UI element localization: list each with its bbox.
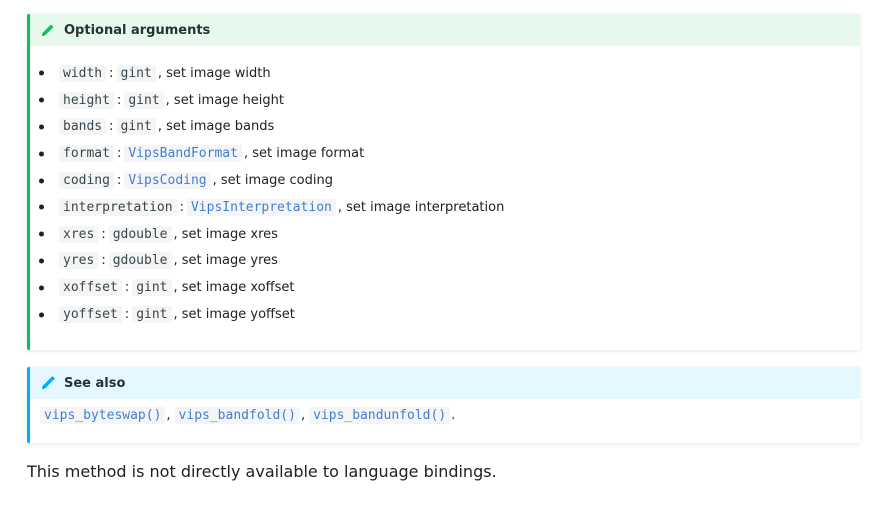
list-item: yres: gdouble, set image yres <box>30 248 860 275</box>
arg-desc: , set image xoffset <box>173 280 295 296</box>
arg-name: yres <box>59 252 99 270</box>
arg-name: xoffset <box>59 279 122 297</box>
arg-desc: , set image format <box>243 146 365 162</box>
arg-name: xres <box>59 225 99 243</box>
arg-desc: , set image interpretation <box>337 199 505 215</box>
arg-name: format <box>59 145 114 163</box>
arg-type-link[interactable]: VipsInterpretation <box>186 198 336 216</box>
arg-desc: , set image width <box>157 65 271 81</box>
bullet <box>39 258 44 264</box>
list-item: xoffset: gint, set image xoffset <box>30 274 860 301</box>
link-vips-byteswap[interactable]: vips_byteswap() <box>40 407 166 424</box>
arg-type: gint <box>116 64 156 82</box>
list-item: format: VipsBandFormat, set image format <box>30 140 860 167</box>
bullet <box>39 312 44 318</box>
optional-arguments-title: Optional arguments <box>64 22 211 38</box>
arg-name: coding <box>59 172 114 190</box>
pencil-icon <box>40 22 56 38</box>
bullet <box>39 178 44 184</box>
pencil-icon <box>40 375 56 391</box>
arg-desc: , set image yres <box>173 253 278 269</box>
arg-type: gdouble <box>108 252 172 270</box>
list-item: xres: gdouble, set image xres <box>30 221 860 248</box>
arg-desc: , set image xres <box>173 226 278 242</box>
list-item: yoffset: gint, set image yoffset <box>30 301 860 328</box>
see-also-header: See also <box>30 367 860 399</box>
arg-desc: , set image coding <box>212 173 333 189</box>
arg-type-link[interactable]: VipsBandFormat <box>124 145 242 163</box>
arg-name: yoffset <box>59 306 122 324</box>
optional-arguments-panel: Optional arguments width: gint, set image… <box>27 14 860 350</box>
argument-list: width: gint, set image width height: gint,… <box>30 60 860 328</box>
arg-name: bands <box>59 118 107 136</box>
list-item: coding: VipsCoding, set image coding <box>30 167 860 194</box>
bullet <box>39 151 44 157</box>
link-vips-bandfold[interactable]: vips_bandfold() <box>174 407 300 424</box>
arg-type-link[interactable]: VipsCoding <box>124 172 211 190</box>
see-also-links: vips_byteswap(), vips_bandfold(), vips_b… <box>40 407 459 424</box>
arg-type: gint <box>132 306 172 324</box>
bullet <box>39 124 44 130</box>
bindings-note: This method is not directly available to… <box>27 462 497 481</box>
link-vips-bandunfold[interactable]: vips_bandunfold() <box>309 407 451 424</box>
arg-name: interpretation <box>59 198 177 216</box>
list-item: interpretation: VipsInterpretation, set i… <box>30 194 860 221</box>
bullet <box>39 70 44 76</box>
bullet <box>39 204 44 210</box>
arg-name: height <box>59 91 114 109</box>
arg-type: gdouble <box>108 225 172 243</box>
arg-desc: , set image bands <box>157 119 275 135</box>
bullet <box>39 97 44 103</box>
bullet <box>39 285 44 291</box>
see-also-title: See also <box>64 375 126 391</box>
bullet <box>39 231 44 237</box>
arg-desc: , set image height <box>165 92 284 108</box>
arg-type: gint <box>116 118 156 136</box>
optional-arguments-header: Optional arguments <box>30 14 860 46</box>
list-item: width: gint, set image width <box>30 60 860 87</box>
list-item: bands: gint, set image bands <box>30 114 860 141</box>
arg-desc: , set image yoffset <box>173 307 295 323</box>
see-also-panel: See also vips_byteswap(), vips_bandfold(… <box>27 367 860 443</box>
arg-name: width <box>59 64 107 82</box>
list-item: height: gint, set image height <box>30 87 860 114</box>
arg-type: gint <box>124 91 164 109</box>
arg-type: gint <box>132 279 172 297</box>
